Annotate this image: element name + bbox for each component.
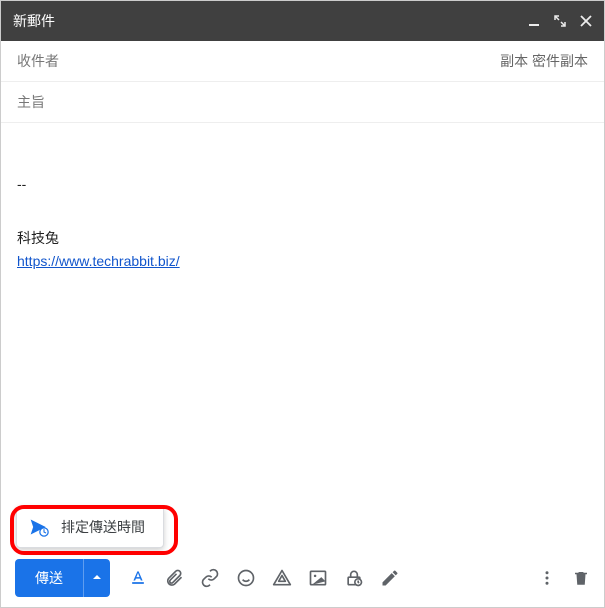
toolbar-right	[538, 569, 590, 587]
compose-window: 新郵件 收件者 副本 密件副本 主旨 -- 科技兔 https://www.te…	[0, 0, 605, 608]
pen-icon[interactable]	[380, 568, 400, 588]
cc-bcc-toggle[interactable]: 副本 密件副本	[500, 51, 588, 71]
text-format-icon[interactable]	[128, 568, 148, 588]
window-title: 新郵件	[13, 11, 528, 31]
attach-icon[interactable]	[164, 568, 184, 588]
drive-icon[interactable]	[272, 568, 292, 588]
signature-separator: --	[17, 173, 588, 195]
image-icon[interactable]	[308, 568, 328, 588]
subject-row[interactable]: 主旨	[1, 82, 604, 123]
close-icon[interactable]	[580, 15, 592, 27]
recipients-label: 收件者	[17, 51, 500, 71]
minimize-icon[interactable]	[528, 15, 540, 27]
send-button-group: 傳送	[15, 559, 110, 597]
cc-label[interactable]: 副本	[500, 53, 528, 69]
schedule-send-label: 排定傳送時間	[61, 517, 145, 537]
signature-name: 科技兔	[17, 227, 588, 249]
schedule-send-icon	[29, 517, 49, 537]
bcc-label[interactable]: 密件副本	[532, 53, 588, 69]
email-body[interactable]: -- 科技兔 https://www.techrabbit.biz/	[1, 123, 604, 549]
window-header: 新郵件	[1, 1, 604, 41]
formatting-icons	[128, 568, 400, 588]
emoji-icon[interactable]	[236, 568, 256, 588]
send-button[interactable]: 傳送	[15, 559, 83, 597]
signature-link[interactable]: https://www.techrabbit.biz/	[17, 253, 180, 269]
send-more-button[interactable]	[83, 559, 110, 597]
subject-placeholder: 主旨	[17, 94, 45, 110]
compose-toolbar: 傳送	[1, 549, 604, 607]
recipients-row[interactable]: 收件者 副本 密件副本	[1, 41, 604, 82]
window-actions	[528, 15, 592, 27]
confidential-icon[interactable]	[344, 568, 364, 588]
more-options-icon[interactable]	[538, 569, 556, 587]
schedule-send-menu-item[interactable]: 排定傳送時間	[16, 506, 164, 548]
link-icon[interactable]	[200, 568, 220, 588]
fullscreen-icon[interactable]	[554, 15, 566, 27]
discard-icon[interactable]	[572, 569, 590, 587]
